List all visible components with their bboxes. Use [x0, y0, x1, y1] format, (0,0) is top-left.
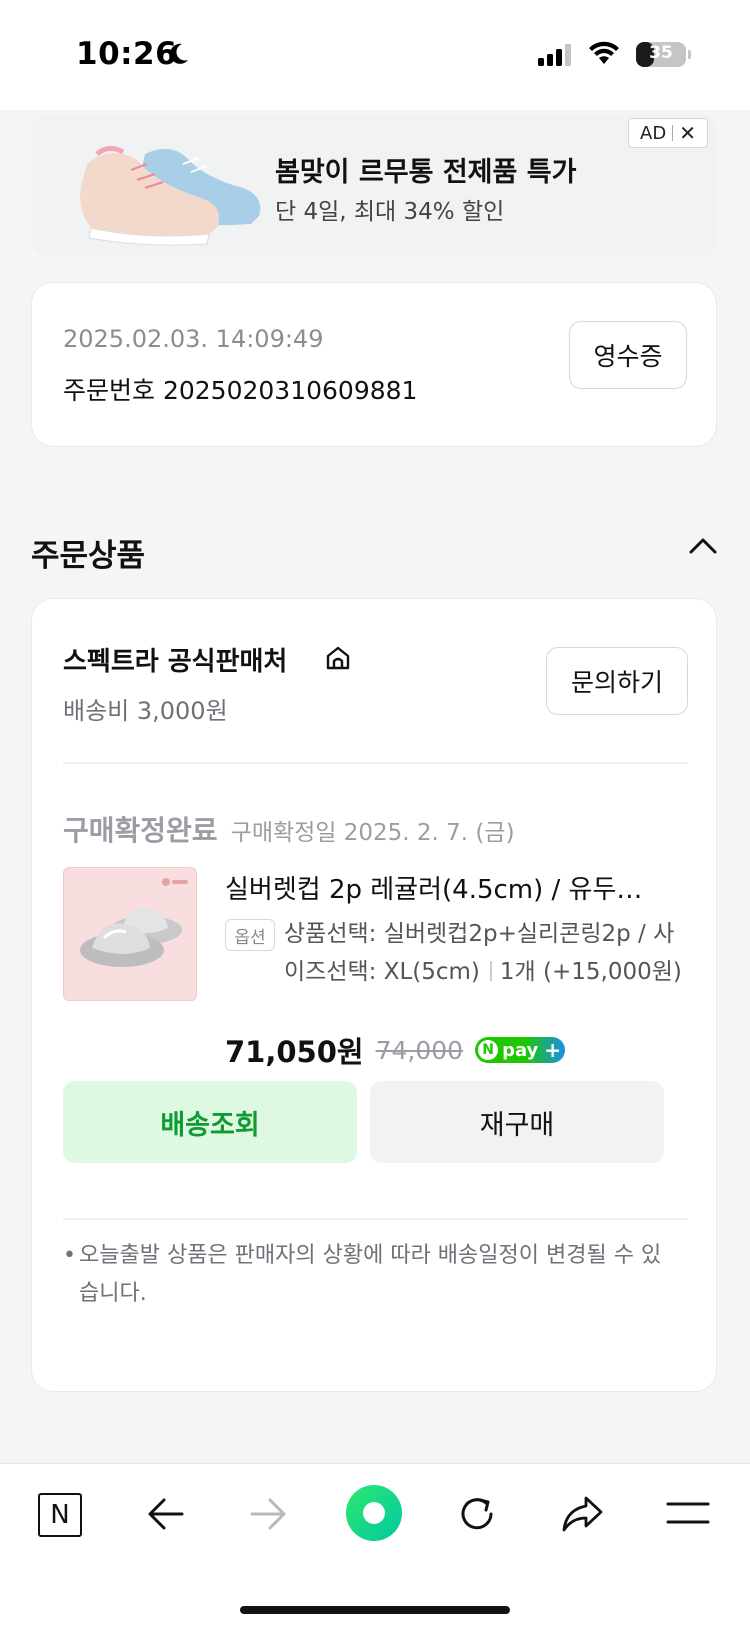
quantity-price: 1개 (+15,000원) [499, 959, 682, 985]
order-number: 주문번호 2025020310609881 [63, 376, 418, 405]
seller-name[interactable]: 스펙트라 공식판매처 [63, 641, 287, 678]
naver-home-button[interactable]: N [38, 1493, 82, 1537]
inquiry-button[interactable]: 문의하기 [546, 647, 688, 715]
shoes-image [80, 146, 261, 246]
price-row: 71,050원 74,000 N pay + [225, 1029, 566, 1071]
ad-subtitle: 단 4일, 최대 34% 할인 [275, 199, 505, 225]
purchase-status-line: 구매확정완료 구매확정일 2025. 2. 7. (금) [63, 809, 515, 849]
divider [63, 1218, 688, 1220]
menu-icon[interactable] [666, 1500, 710, 1526]
receipt-button[interactable]: 영수증 [569, 321, 687, 389]
npay-label: pay [502, 1039, 539, 1061]
back-arrow-icon[interactable] [146, 1496, 186, 1532]
green-dot-button[interactable] [345, 1484, 403, 1542]
moon-icon [170, 43, 188, 64]
product-option: 상품선택: 실버렛컵2p+실리콘링2p / 사이즈선택: XL(5cm) 1개 (… [284, 915, 694, 991]
ad-badge-separator [672, 125, 674, 141]
share-arrow-icon[interactable] [560, 1494, 604, 1534]
cellular-signal-icon [538, 44, 571, 66]
ad-label: AD [640, 122, 667, 144]
product-name[interactable]: 실버렛컵 2p 레귤러(4.5cm) / 유두보호캡 모유수유 [225, 869, 665, 906]
npay-n-icon: N [478, 1040, 499, 1060]
option-separator [489, 961, 492, 981]
option-tag: 옵션 [225, 919, 275, 951]
order-info-card: 2025.02.03. 14:09:49 주문번호 20250203106098… [31, 282, 717, 447]
purchase-confirm-date: 구매확정일 2025. 2. 7. (금) [230, 820, 515, 846]
close-icon: ✕ [679, 121, 696, 145]
divider [63, 762, 688, 764]
plus-icon: + [544, 1038, 562, 1062]
forward-arrow-icon[interactable] [248, 1496, 288, 1532]
status-bar: 10:26 35 [0, 0, 750, 110]
status-time: 10:26 [76, 36, 178, 72]
delivery-notice: • 오늘출발 상품은 판매자의 상황에 따라 배송일정이 변경될 수 있습니다. [63, 1237, 673, 1313]
ad-close-button[interactable]: AD ✕ [628, 118, 708, 148]
original-price: 74,000 [375, 1035, 464, 1065]
ad-title: 봄맞이 르무통 전제품 특가 [275, 157, 577, 188]
order-datetime: 2025.02.03. 14:09:49 [63, 325, 324, 353]
wifi-icon [589, 41, 619, 64]
product-image[interactable] [63, 867, 197, 1001]
browser-toolbar: N [0, 1463, 750, 1626]
ordered-product-card: 스펙트라 공식판매처 배송비 3,000원 문의하기 구매확정완료 구매확정일 … [31, 598, 717, 1392]
ad-banner[interactable]: 봄맞이 르무통 전제품 특가 단 4일, 최대 34% 할인 AD ✕ [31, 114, 717, 256]
rebuy-button[interactable]: 재구매 [370, 1081, 664, 1163]
npay-plus-badge: N pay + [475, 1037, 566, 1063]
notice-text: 오늘출발 상품은 판매자의 상황에 따라 배송일정이 변경될 수 있습니다. [79, 1243, 662, 1306]
battery-level: 35 [649, 43, 673, 63]
shipping-fee: 배송비 3,000원 [63, 697, 228, 725]
battery-icon: 35 [636, 42, 686, 67]
store-home-icon[interactable] [325, 645, 351, 671]
battery-tip [688, 50, 691, 59]
naver-n-icon: N [50, 1500, 70, 1530]
silver-cup-image [80, 878, 188, 967]
sale-price: 71,050원 [225, 1035, 364, 1069]
notice-bullet: • [63, 1243, 76, 1268]
track-delivery-button[interactable]: 배송조회 [63, 1081, 357, 1163]
refresh-icon[interactable] [458, 1494, 498, 1534]
chevron-up-icon[interactable] [688, 536, 718, 556]
purchase-status: 구매확정완료 [63, 814, 218, 847]
home-indicator[interactable] [240, 1606, 510, 1614]
section-title-ordered-items: 주문상품 [31, 538, 146, 574]
